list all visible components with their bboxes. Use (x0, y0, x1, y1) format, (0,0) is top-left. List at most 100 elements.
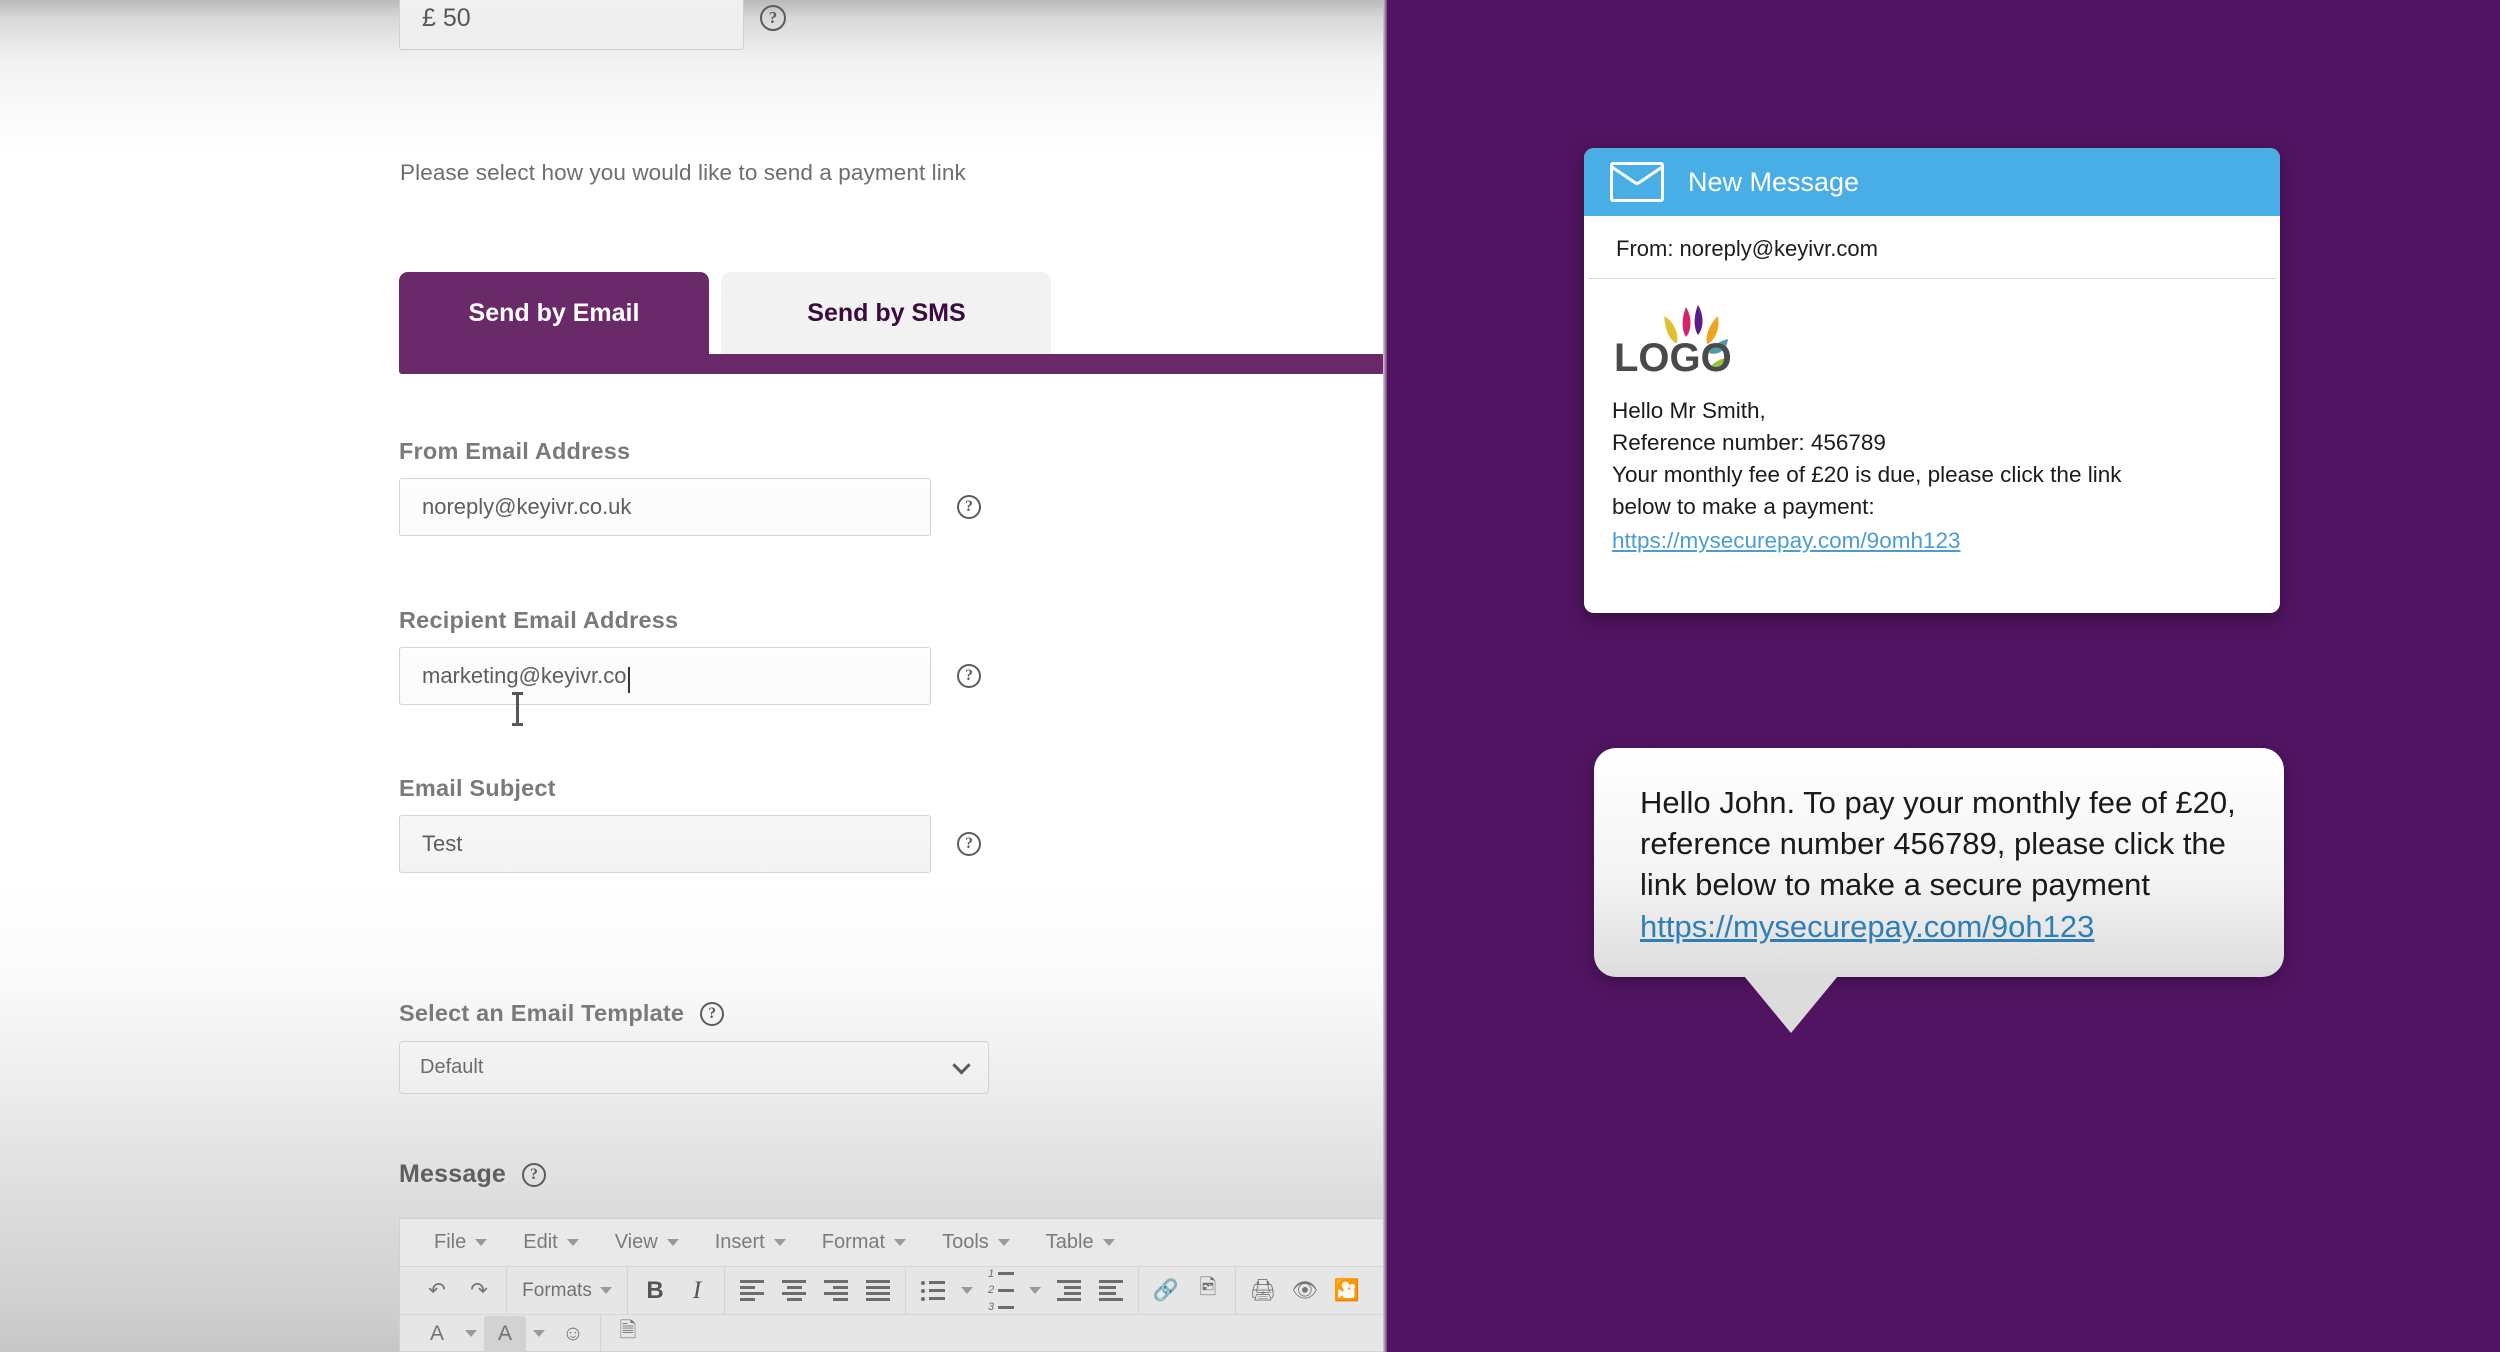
chevron-down-icon (1102, 1239, 1115, 1246)
send-method-instruction: Please select how you would like to send… (400, 160, 966, 185)
menu-format-label: Format (821, 1231, 886, 1253)
redo-icon[interactable]: ↷ (458, 1273, 500, 1309)
email-preview-from: From: noreply@keyivr.com (1588, 216, 2276, 279)
message-help-icon[interactable]: ? (522, 1162, 547, 1187)
indent-icon[interactable] (1090, 1273, 1132, 1309)
email-template-selected-value: Default (420, 1056, 484, 1078)
menu-insert-label: Insert (714, 1231, 765, 1253)
bullet-list-icon[interactable] (912, 1273, 954, 1309)
text-color-dropdown[interactable] (458, 1316, 484, 1352)
list-group: 123 (906, 1267, 1139, 1314)
bold-icon[interactable]: B (634, 1273, 676, 1309)
from-email-help-icon[interactable]: ? (957, 495, 981, 519)
numbered-list-icon[interactable]: 123 (980, 1268, 1022, 1313)
email-payment-link[interactable]: https://mysecurepay.com/9omh123 (1612, 525, 1961, 557)
chevron-down-icon (773, 1239, 786, 1246)
align-right-icon[interactable] (815, 1273, 857, 1309)
menu-file[interactable]: File (416, 1231, 505, 1254)
recipient-email-group: Recipient Email Address marketing@keyivr… (399, 607, 981, 705)
email-body-line: Your monthly fee of £20 is due, please c… (1612, 461, 2122, 487)
sms-preview-wrapper: Hello John. To pay your monthly fee of £… (1594, 748, 2284, 1033)
history-group: ↶ ↷ (410, 1267, 507, 1314)
menu-view[interactable]: View (597, 1231, 697, 1254)
email-template-group: Select an Email Template ? Default (399, 1000, 989, 1094)
message-rich-text-editor[interactable]: File Edit View Insert Format Tools Table… (399, 1218, 1387, 1352)
amount-field-row: £ 50 (399, 0, 744, 50)
tab-send-by-sms[interactable]: Send by SMS (721, 272, 1052, 354)
formats-dropdown[interactable]: Formats (513, 1273, 621, 1309)
recipient-email-help-icon[interactable]: ? (957, 664, 981, 688)
tab-send-by-email[interactable]: Send by Email (399, 272, 709, 354)
recipient-email-input[interactable]: marketing@keyivr.co (399, 647, 931, 705)
send-method-tabs: Send by Email Send by SMS (399, 272, 1052, 354)
bullet-list-dropdown[interactable] (954, 1273, 980, 1309)
menu-table[interactable]: Table (1028, 1231, 1133, 1254)
sms-preview-text: Hello John. To pay your monthly fee of £… (1640, 785, 2236, 903)
numbered-list-dropdown[interactable] (1022, 1273, 1048, 1309)
from-email-label: From Email Address (399, 438, 631, 464)
help-circle-icon: ? (760, 5, 786, 31)
media-icon[interactable]: 🎦 (1326, 1273, 1368, 1309)
message-group: Message ? (399, 1160, 547, 1203)
menu-edit[interactable]: Edit (505, 1231, 596, 1254)
output-group: 🖨 👁 🎦 (1236, 1267, 1374, 1314)
menu-insert[interactable]: Insert (697, 1231, 804, 1254)
editor-toolbar-row-3: A A ☺ 🗎 (400, 1315, 1386, 1352)
color-group: A A ☺ (410, 1315, 601, 1352)
alignment-group (725, 1267, 906, 1314)
chevron-down-icon (533, 1330, 545, 1337)
recipient-email-value: marketing@keyivr.co (422, 663, 627, 688)
outdent-icon[interactable] (1048, 1273, 1090, 1309)
template-group: 🗎 (601, 1315, 655, 1352)
text-color-icon[interactable]: A (416, 1316, 458, 1352)
menu-view-label: View (614, 1231, 658, 1253)
mouse-text-cursor (512, 692, 523, 726)
sms-payment-link[interactable]: https://mysecurepay.com/9oh123 (1640, 909, 2094, 944)
template-icon[interactable]: 🗎 (607, 1316, 649, 1352)
preview-icon[interactable]: 👁 (1284, 1273, 1326, 1309)
align-left-icon[interactable] (731, 1273, 773, 1309)
background-color-dropdown[interactable] (526, 1316, 552, 1352)
email-preview-title: New Message (1688, 166, 1860, 197)
email-template-label: Select an Email Template (399, 1000, 685, 1026)
link-icon[interactable]: 🔗 (1145, 1273, 1187, 1309)
email-template-help-icon[interactable]: ? (700, 1001, 725, 1026)
formats-label: Formats (522, 1279, 592, 1301)
email-subject-group: Email Subject Test ? (399, 775, 981, 873)
chevron-down-icon (1029, 1287, 1041, 1294)
align-center-icon[interactable] (773, 1273, 815, 1309)
from-email-input[interactable]: noreply@keyivr.co.uk (399, 478, 931, 536)
undo-icon[interactable]: ↶ (416, 1273, 458, 1309)
email-subject-input[interactable]: Test (399, 815, 931, 873)
sms-preview-bubble: Hello John. To pay your monthly fee of £… (1594, 748, 2284, 977)
formats-group: Formats (507, 1267, 628, 1314)
menu-tools-label: Tools (942, 1231, 989, 1253)
from-email-group: From Email Address noreply@keyivr.co.uk … (399, 438, 981, 536)
tab-underline-bar (399, 354, 1387, 374)
amount-input[interactable]: £ 50 (399, 0, 744, 50)
recipient-email-label: Recipient Email Address (399, 607, 679, 633)
menu-format[interactable]: Format (804, 1231, 924, 1254)
background-color-icon[interactable]: A (484, 1315, 526, 1351)
amount-help-icon[interactable]: ? (760, 5, 786, 31)
sms-bubble-tail (1744, 975, 1838, 1033)
align-justify-icon[interactable] (857, 1273, 899, 1309)
email-preview-header: New Message (1584, 148, 2280, 216)
menu-tools[interactable]: Tools (924, 1231, 1028, 1254)
text-caret (627, 667, 630, 694)
email-body-line: Hello Mr Smith, (1612, 398, 1766, 423)
chevron-down-icon (997, 1239, 1010, 1246)
email-template-select[interactable]: Default (399, 1041, 989, 1094)
chevron-down-icon (666, 1239, 679, 1246)
image-icon[interactable]: 🖻 (1187, 1273, 1229, 1309)
menu-file-label: File (434, 1231, 467, 1253)
email-subject-label: Email Subject (399, 775, 556, 801)
print-icon[interactable]: 🖨 (1242, 1273, 1284, 1309)
email-preview-body: Hello Mr Smith, Reference number: 456789… (1584, 389, 2280, 557)
emoticon-icon[interactable]: ☺ (552, 1316, 594, 1352)
email-subject-help-icon[interactable]: ? (957, 832, 981, 856)
email-preview-logo: LOGO (1584, 279, 2280, 389)
italic-icon[interactable]: I (676, 1273, 718, 1309)
svg-text:LOGO: LOGO (1614, 336, 1732, 380)
form-sheet: £ 50 ? Please select how you would like … (0, 0, 1387, 1352)
